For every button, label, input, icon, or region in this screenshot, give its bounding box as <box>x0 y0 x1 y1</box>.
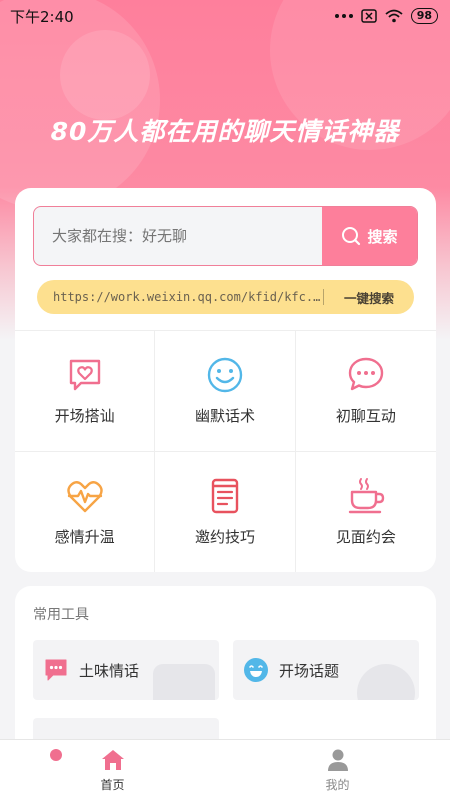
category-label: 邀约技巧 <box>194 528 255 547</box>
category-label: 初聊互动 <box>335 407 396 426</box>
category-grid: 开场搭讪 幽默话术 初聊互动 感情升温 邀约技巧 见面约会 <box>15 330 436 572</box>
tool-item[interactable]: 开场话题 <box>233 640 419 700</box>
search-button[interactable]: 搜索 <box>322 207 417 265</box>
chat-dots-icon <box>348 358 384 391</box>
category-label: 开场搭讪 <box>54 407 115 426</box>
tool-label: 土味情话 <box>79 661 140 680</box>
category-label: 见面约会 <box>335 528 396 547</box>
tools-title: 常用工具 <box>33 607 89 623</box>
category-item[interactable]: 开场搭讪 <box>15 331 156 452</box>
decorative-shape <box>357 664 415 700</box>
tool-item[interactable]: 土味情话 <box>33 640 219 700</box>
book-icon <box>211 479 239 514</box>
status-bar: 下午2:40 98 <box>0 0 450 32</box>
category-item[interactable]: 幽默话术 <box>155 331 296 452</box>
category-item[interactable]: 邀约技巧 <box>155 451 296 572</box>
one-click-search-button[interactable]: 一键搜索 <box>324 288 414 307</box>
sim-off-icon <box>360 9 377 23</box>
laugh-icon <box>244 658 268 682</box>
search-box: 搜索 <box>33 206 418 266</box>
category-item[interactable]: 初聊互动 <box>295 331 436 452</box>
link-bar: https://work.weixin.qq.com/kfid/kfc... 一… <box>37 280 414 314</box>
coffee-icon <box>348 478 385 514</box>
link-url[interactable]: https://work.weixin.qq.com/kfid/kfc... <box>37 290 323 304</box>
heart-chat-icon <box>69 360 100 391</box>
user-icon <box>327 749 348 771</box>
search-input[interactable] <box>34 207 322 265</box>
tool-label: 开场话题 <box>279 661 340 680</box>
category-item[interactable]: 感情升温 <box>15 451 156 572</box>
search-icon <box>342 227 361 246</box>
category-label: 幽默话术 <box>194 407 255 426</box>
partial-tool-icon <box>50 749 62 761</box>
smile-icon <box>207 358 243 393</box>
tab-label: 我的 <box>325 777 350 792</box>
more-dots-icon <box>334 14 353 18</box>
category-item[interactable]: 见面约会 <box>296 452 436 573</box>
battery-icon: 98 <box>410 8 438 24</box>
main-card: 搜索 https://work.weixin.qq.com/kfid/kfc..… <box>15 188 436 572</box>
search-button-label: 搜索 <box>367 227 398 246</box>
tab-home[interactable]: 首页 <box>0 740 225 800</box>
heartbeat-icon <box>66 481 103 513</box>
chat-bubble-icon <box>45 659 67 681</box>
tab-label: 首页 <box>100 777 125 792</box>
status-time: 下午2:40 <box>10 7 74 26</box>
decorative-circle <box>60 30 150 120</box>
wifi-icon <box>385 9 403 23</box>
tab-mine[interactable]: 我的 <box>225 740 450 800</box>
hero-title: 80万人都在用的聊天情话神器 <box>50 117 400 146</box>
category-label: 感情升温 <box>54 528 115 547</box>
home-icon <box>101 749 124 770</box>
decorative-shape <box>153 664 215 700</box>
